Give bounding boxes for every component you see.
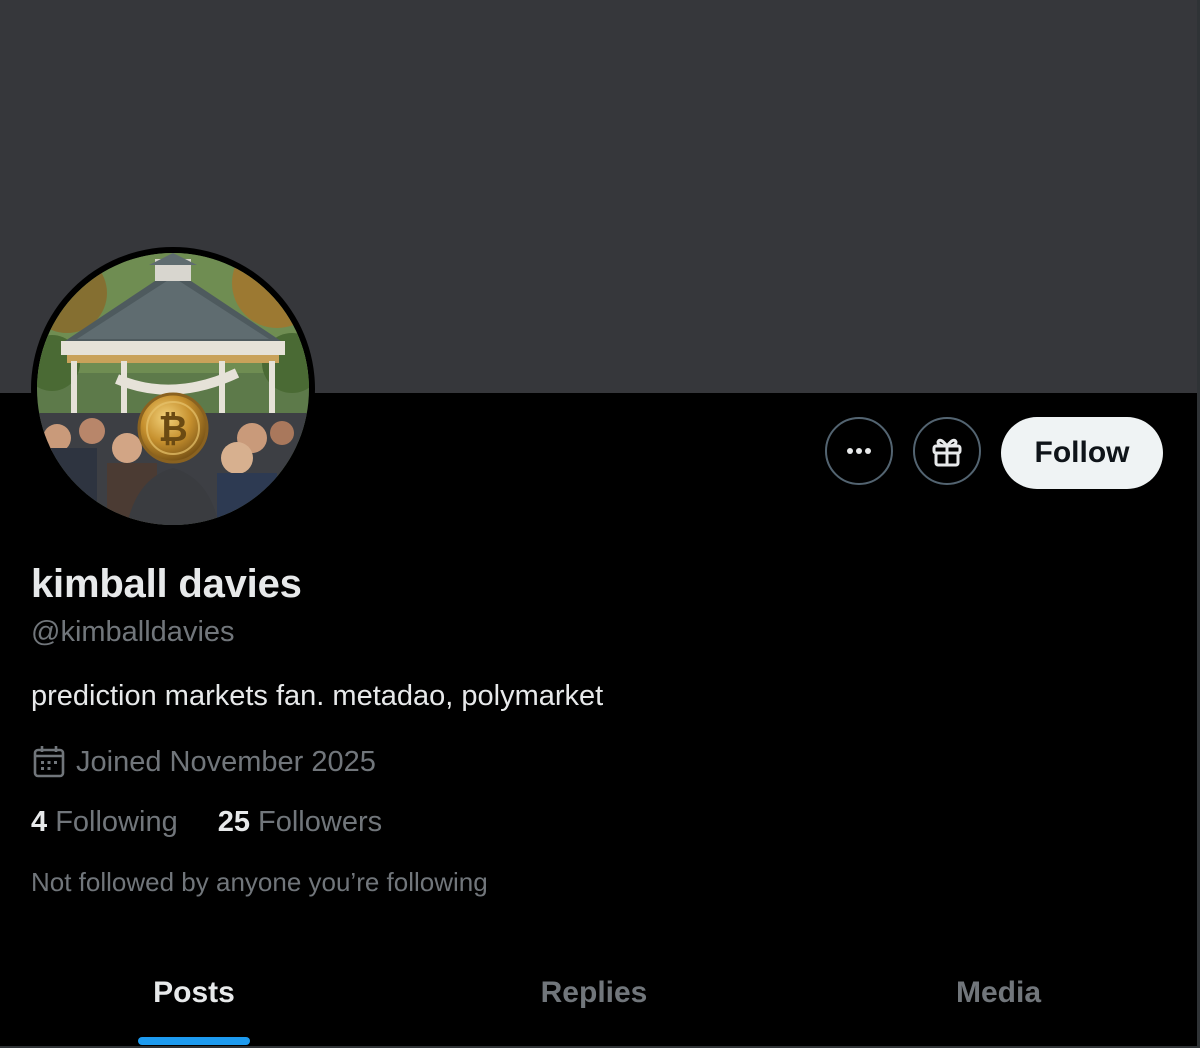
following-link[interactable]: 4 Following xyxy=(31,806,178,839)
active-tab-indicator xyxy=(138,1037,250,1045)
tab-posts-label: Posts xyxy=(153,976,235,1009)
following-label: Following xyxy=(47,806,178,838)
following-count: 4 xyxy=(31,806,48,838)
tab-replies[interactable]: Replies xyxy=(388,940,800,1046)
joined-date-row: Joined November 2025 xyxy=(31,742,376,782)
followers-link[interactable]: 25 Followers xyxy=(218,806,382,839)
profile-display-name: kimball davies xyxy=(31,562,302,606)
follow-stats: 4 Following 25 Followers xyxy=(31,806,382,839)
followers-count: 25 xyxy=(217,806,250,838)
profile-bio: prediction markets fan. metadao, polymar… xyxy=(31,680,604,712)
followed-by-note: Not followed by anyone you’re following xyxy=(31,867,488,897)
tab-posts[interactable]: Posts xyxy=(0,940,388,1046)
tab-media-label: Media xyxy=(955,976,1042,1009)
gift-button[interactable] xyxy=(913,417,981,485)
tab-media[interactable]: Media xyxy=(800,940,1197,1046)
follow-button[interactable]: Follow xyxy=(1001,417,1163,489)
profile-avatar[interactable]: ₿ xyxy=(31,247,315,531)
more-horizontal-icon xyxy=(847,448,871,454)
calendar-icon xyxy=(33,746,65,778)
followers-label: Followers xyxy=(249,806,383,838)
more-options-button[interactable] xyxy=(825,417,893,485)
svg-text:₿: ₿ xyxy=(158,409,187,450)
joined-date-text: Joined November 2025 xyxy=(76,745,376,778)
profile-page: ₿ Follow kimball davies @kimballdavies p… xyxy=(0,0,1197,1046)
profile-handle: @kimballdavies xyxy=(31,616,235,648)
avatar-photo: ₿ xyxy=(37,253,309,525)
tab-replies-label: Replies xyxy=(540,976,648,1009)
gift-icon xyxy=(932,438,962,467)
